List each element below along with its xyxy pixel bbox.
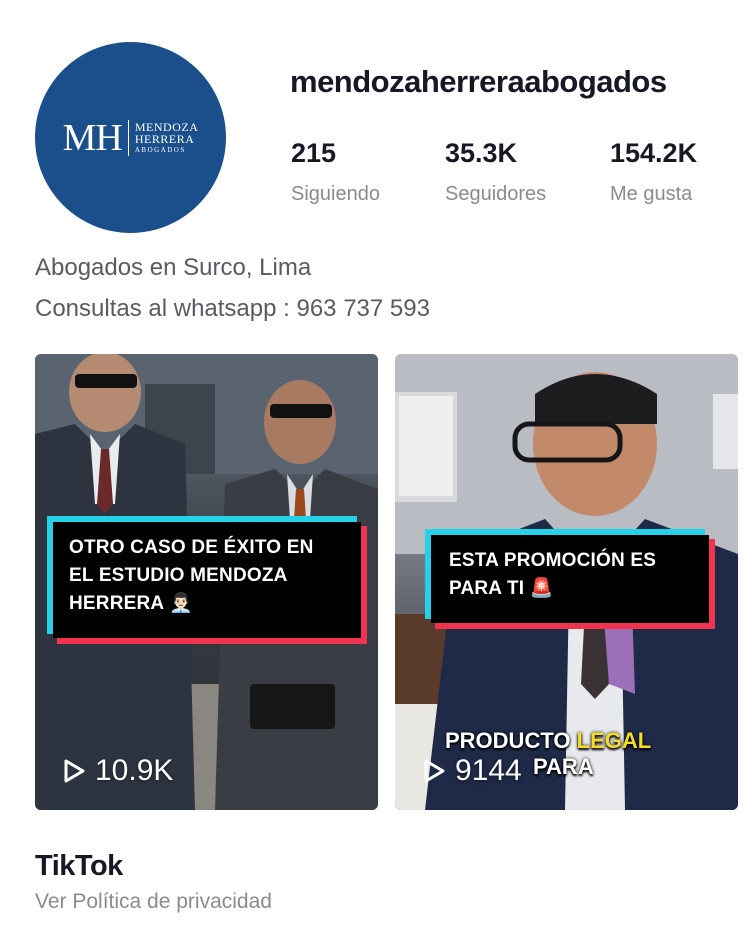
video-2-views: 9144 <box>455 754 522 787</box>
bio-line-contact: Consultas al whatsapp : 963 737 593 <box>35 295 430 322</box>
video-2-caption-box: ESTA PROMOCIÓN ES PARA TI 🚨 <box>425 529 715 629</box>
logo-line-2: HERRERA <box>134 132 195 147</box>
video-1-caption-line-1: OTRO CASO DE ÉXITO EN <box>69 537 314 558</box>
video-1-caption-line-3: HERRERA 👨🏻‍💼 <box>69 593 193 614</box>
video-2-overlay-word-2: LEGAL <box>576 728 652 753</box>
video-thumbnail-1[interactable]: OTRO CASO DE ÉXITO EN EL ESTUDIO MENDOZA… <box>35 354 378 810</box>
stat-followers[interactable]: 35.3K Seguidores <box>445 138 546 206</box>
mendoza-herrera-logo: MH MENDOZA HERRERA ABOGADOS <box>63 119 199 157</box>
profile-username: mendozaherreraabogados <box>290 64 667 99</box>
stat-following-value: 215 <box>291 138 337 168</box>
tiktok-logo[interactable]: TikTok <box>35 850 123 883</box>
play-icon <box>424 759 445 783</box>
logo-text: MENDOZA HERRERA ABOGADOS <box>135 121 199 155</box>
video-2-caption-line-2: PARA TI 🚨 <box>449 578 554 599</box>
stat-likes-value: 154.2K <box>610 138 698 168</box>
video-1-views: 10.9K <box>95 754 174 787</box>
stat-likes: 154.2K Me gusta <box>610 138 697 206</box>
logo-mark: MH <box>62 116 123 159</box>
video-2-overlay-word-1: PRODUCTO <box>445 728 571 753</box>
profile-avatar[interactable]: MH MENDOZA HERRERA ABOGADOS <box>35 42 226 233</box>
video-1-caption-line-2: EL ESTUDIO MENDOZA <box>69 565 288 586</box>
video-thumbnail-2[interactable]: ESTA PROMOCIÓN ES PARA TI 🚨 PRODUCTO LEG… <box>395 354 738 810</box>
play-icon <box>64 759 85 783</box>
privacy-policy-link[interactable]: Ver Política de privacidad <box>35 890 272 914</box>
logo-divider <box>127 119 129 156</box>
video-2-view-count: 9144 <box>423 754 522 788</box>
stat-followers-value: 35.3K <box>445 138 518 168</box>
video-1-view-count: 10.9K <box>63 754 173 788</box>
stat-followers-label: Seguidores <box>445 183 547 205</box>
bio-line-location: Abogados en Surco, Lima <box>35 254 312 281</box>
stat-following-label: Siguiendo <box>291 183 380 205</box>
video-1-caption-box: OTRO CASO DE ÉXITO EN EL ESTUDIO MENDOZA… <box>47 516 367 644</box>
video-2-caption-line-1: ESTA PROMOCIÓN ES <box>449 550 657 571</box>
logo-line-3: ABOGADOS <box>134 145 186 154</box>
stat-following[interactable]: 215 Siguiendo <box>291 138 380 206</box>
stat-likes-label: Me gusta <box>610 183 693 205</box>
